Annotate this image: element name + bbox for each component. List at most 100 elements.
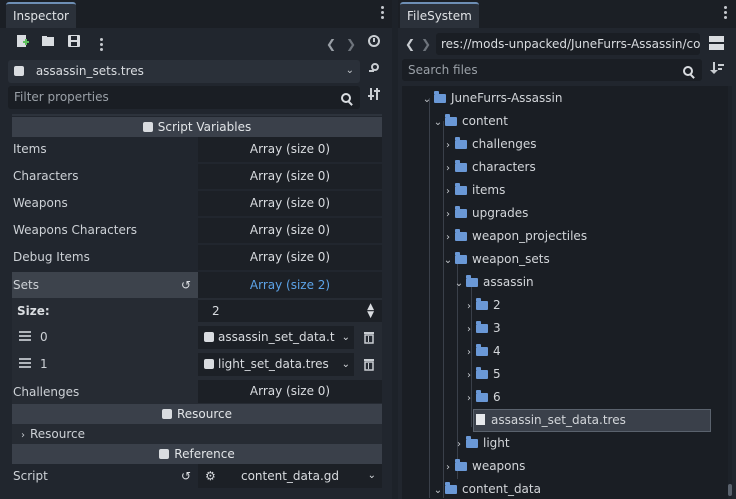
file-tree[interactable]: ⌄ JuneFurrs-Assassin ⌄ content › challenges… xyxy=(402,86,729,499)
open-folder-icon[interactable] xyxy=(40,34,56,54)
scrollbar[interactable] xyxy=(728,86,732,499)
prop-value-items[interactable]: Array (size 0) xyxy=(198,137,382,162)
new-resource-icon[interactable] xyxy=(14,34,30,54)
cube-icon xyxy=(204,359,214,369)
history-back-icon[interactable]: ❮ xyxy=(325,34,337,54)
resource-header[interactable]: Resource xyxy=(12,404,382,424)
filter-placeholder: Filter properties xyxy=(14,90,109,104)
tree-item-label: upgrades xyxy=(472,206,529,220)
tree-item-folder[interactable]: › items xyxy=(443,179,505,202)
sort-icon[interactable] xyxy=(709,61,725,81)
chevron-down-icon: ⌄ xyxy=(367,470,376,481)
search-files-input[interactable]: Search files xyxy=(402,59,702,81)
tree-item-folder[interactable]: ⌄ content_data xyxy=(433,478,541,499)
tree-item-label: 6 xyxy=(493,390,501,404)
element-index: 1 xyxy=(40,357,48,371)
inspector-menu-icon[interactable] xyxy=(381,6,385,21)
folder-icon xyxy=(455,160,467,172)
resource-picker[interactable]: assassin_set_data.t ⌄ xyxy=(198,326,354,349)
tree-item-folder[interactable]: ⌄ content xyxy=(433,110,508,133)
spin-arrows-icon[interactable]: ▲ ▼ xyxy=(367,300,374,320)
trash-icon[interactable] xyxy=(362,330,376,347)
prop-label-weapons-characters: Weapons Characters xyxy=(13,223,138,237)
tree-item-folder[interactable]: ⌄ weapon_sets xyxy=(443,248,550,271)
tree-item-folder[interactable]: › 4 xyxy=(464,340,501,363)
drag-handle-icon[interactable] xyxy=(19,331,31,341)
object-history-icon[interactable] xyxy=(366,34,382,54)
tree-item-folder[interactable]: ⌄ JuneFurrs-Assassin xyxy=(422,87,562,110)
filesystem-panel: FileSystem ❮ ❯ res://mods-unpacked/JuneF… xyxy=(398,0,736,499)
gear-icon: ⚙ xyxy=(205,469,216,483)
tree-item-label: items xyxy=(472,183,506,197)
prop-label-items: Items xyxy=(13,142,47,156)
filesystem-menu-icon[interactable] xyxy=(724,6,728,21)
split-mode-icon[interactable] xyxy=(709,36,724,50)
tree-item-folder[interactable]: › 5 xyxy=(464,363,501,386)
inspector-panel: Inspector ❮ ❯ assassin_sets.tres ⌄ Filte… xyxy=(0,0,392,499)
tree-item-label: characters xyxy=(472,160,536,174)
folder-icon xyxy=(466,275,478,287)
prop-value-debug-items[interactable]: Array (size 0) xyxy=(198,245,382,270)
trash-icon[interactable] xyxy=(362,357,376,374)
file-icon xyxy=(476,414,485,425)
prop-value-weapons-characters[interactable]: Array (size 0) xyxy=(198,218,382,243)
property-options-icon[interactable] xyxy=(366,87,382,107)
prop-label-script: Script xyxy=(13,469,48,483)
prop-value-sets[interactable]: Array (size 2) xyxy=(198,272,382,298)
tree-item-label: challenges xyxy=(472,137,537,151)
history-back-icon[interactable]: ❮ xyxy=(404,34,416,54)
script-variables-header[interactable]: Script Variables xyxy=(12,117,382,137)
history-forward-icon[interactable]: ❯ xyxy=(420,34,432,54)
folder-icon xyxy=(476,344,488,356)
chevron-right-icon: › xyxy=(21,430,25,441)
tree-item-folder[interactable]: › 2 xyxy=(464,294,501,317)
tree-item-folder[interactable]: ⌄ assassin xyxy=(454,271,534,294)
revert-icon[interactable]: ↺ xyxy=(181,469,191,483)
drag-handle-icon[interactable] xyxy=(19,358,31,368)
tree-item-folder[interactable]: › characters xyxy=(443,156,536,179)
prop-label-weapons: Weapons xyxy=(13,196,68,210)
tab-inspector[interactable]: Inspector xyxy=(6,2,76,28)
chevron-right-icon: › xyxy=(446,232,450,243)
scrollbar-thumb[interactable] xyxy=(728,484,732,496)
section-title: Script Variables xyxy=(157,120,252,134)
resource-subsection-label[interactable]: › Resource xyxy=(18,424,85,446)
tree-item-folder[interactable]: › 3 xyxy=(464,317,501,340)
tree-item-folder[interactable]: › weapons xyxy=(443,455,525,478)
resource-picker-value: assassin_set_data.t xyxy=(218,330,335,344)
tree-item-folder[interactable]: › upgrades xyxy=(443,202,528,225)
script-picker[interactable]: ⚙ content_data.gd ⌄ xyxy=(198,464,382,488)
resource-selector[interactable]: assassin_sets.tres ⌄ xyxy=(8,60,360,83)
chevron-right-icon: › xyxy=(467,324,471,335)
chevron-down-icon: ⌄ xyxy=(422,94,432,105)
folder-icon xyxy=(455,252,467,264)
element-index: 0 xyxy=(40,330,48,344)
cube-icon xyxy=(161,409,172,419)
reference-header[interactable]: Reference xyxy=(12,444,382,464)
history-forward-icon[interactable]: ❯ xyxy=(345,34,357,54)
prop-value-challenges[interactable]: Array (size 0) xyxy=(198,380,382,403)
chevron-right-icon: › xyxy=(446,163,450,174)
tree-item-file-selected[interactable]: assassin_set_data.tres xyxy=(476,409,626,432)
tree-item-folder[interactable]: › weapon_projectiles xyxy=(443,225,587,248)
folder-icon xyxy=(455,206,467,218)
sets-label-bg xyxy=(12,272,198,298)
filter-properties-input[interactable]: Filter properties xyxy=(8,86,360,109)
tools-icon[interactable] xyxy=(366,61,382,81)
folder-icon xyxy=(476,298,488,310)
tree-item-folder[interactable]: › challenges xyxy=(443,133,536,156)
prop-value-weapons[interactable]: Array (size 0) xyxy=(198,191,382,216)
tree-item-folder[interactable]: › 6 xyxy=(464,386,501,409)
folder-icon xyxy=(476,390,488,402)
script-picker-value: content_data.gd xyxy=(240,469,340,483)
chevron-right-icon: › xyxy=(446,209,450,220)
revert-icon[interactable]: ↺ xyxy=(181,278,191,292)
save-icon[interactable] xyxy=(66,34,82,54)
resource-picker[interactable]: light_set_data.tres ⌄ xyxy=(198,353,354,376)
tree-item-folder[interactable]: › light xyxy=(454,432,510,455)
path-field[interactable]: res://mods-unpacked/JuneFurrs-Assassin/c… xyxy=(436,33,700,55)
tab-filesystem[interactable]: FileSystem xyxy=(400,2,479,28)
prop-value-characters[interactable]: Array (size 0) xyxy=(198,164,382,189)
size-spinbox[interactable]: 2 ▲ ▼ xyxy=(198,300,382,322)
resource-menu-icon[interactable] xyxy=(100,38,104,53)
